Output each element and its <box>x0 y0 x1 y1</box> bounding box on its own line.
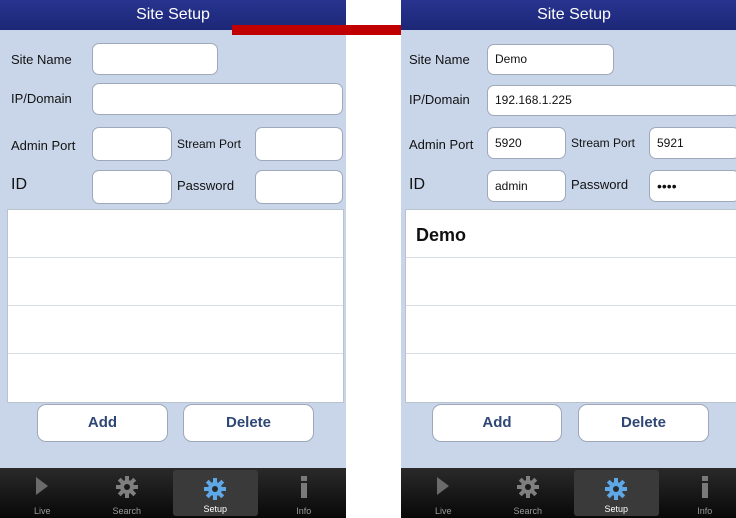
play-icon <box>437 477 450 495</box>
list-item[interactable] <box>406 258 736 306</box>
admin-port-label: Admin Port <box>409 137 474 152</box>
info-icon <box>300 476 307 498</box>
tab-label: Setup <box>604 504 629 514</box>
list-item[interactable] <box>8 306 343 354</box>
admin-port-field[interactable]: 5920 <box>487 127 566 159</box>
delete-button[interactable]: Delete <box>578 404 709 442</box>
tab-search[interactable]: Search <box>85 468 170 518</box>
site-name-label: Site Name <box>409 52 470 67</box>
gear-icon <box>516 476 539 498</box>
site-setup-screen-before: Site Setup Site Name IP/Domain Admin Por… <box>0 0 346 518</box>
tab-setup[interactable]: Setup <box>173 470 258 516</box>
delete-button[interactable]: Delete <box>183 404 314 442</box>
add-button[interactable]: Add <box>37 404 168 442</box>
stream-port-label: Stream Port <box>177 137 242 151</box>
tab-label: Live <box>434 506 452 516</box>
tab-label: Search <box>112 506 142 516</box>
site-list <box>7 209 344 403</box>
id-field[interactable]: admin <box>487 170 566 202</box>
password-field[interactable]: •••• <box>649 170 736 202</box>
ip-domain-field[interactable] <box>92 83 343 115</box>
tab-search[interactable]: Search <box>486 468 571 518</box>
tab-live[interactable]: Live <box>0 468 85 518</box>
list-item[interactable] <box>8 354 343 402</box>
add-button[interactable]: Add <box>432 404 562 442</box>
id-label: ID <box>409 176 425 193</box>
tab-label: Setup <box>203 504 228 514</box>
gear-icon <box>605 478 628 500</box>
tab-bar: Live Search Setup Info <box>0 468 346 518</box>
admin-port-label: Admin Port <box>11 138 76 153</box>
page-title: Site Setup <box>401 0 736 30</box>
tab-info[interactable]: Info <box>262 468 347 518</box>
id-field[interactable] <box>92 170 172 204</box>
tab-live[interactable]: Live <box>401 468 486 518</box>
list-item[interactable] <box>406 306 736 354</box>
tab-bar: Live Search Setup Info <box>401 468 736 518</box>
password-label: Password <box>571 177 629 192</box>
list-item[interactable] <box>406 354 736 402</box>
list-item[interactable]: Demo <box>406 210 736 258</box>
ip-domain-field[interactable]: 192.168.1.225 <box>487 85 736 116</box>
stream-port-field[interactable] <box>255 127 343 161</box>
list-item[interactable] <box>8 258 343 306</box>
gear-icon <box>204 478 227 500</box>
stream-port-field[interactable]: 5921 <box>649 127 736 159</box>
play-icon <box>36 477 49 495</box>
site-name-field[interactable] <box>92 43 218 75</box>
id-label: ID <box>11 176 27 193</box>
ip-domain-label: IP/Domain <box>11 91 72 106</box>
site-setup-screen-after: Site Setup Site Name Demo IP/Domain 192.… <box>401 0 736 518</box>
site-list: Demo <box>405 209 736 403</box>
tab-label: Live <box>33 506 51 516</box>
site-name-field[interactable]: Demo <box>487 44 614 75</box>
gear-icon <box>115 476 138 498</box>
info-icon <box>701 476 708 498</box>
tab-info[interactable]: Info <box>663 468 736 518</box>
tab-label: Info <box>296 506 312 516</box>
password-field[interactable] <box>255 170 343 204</box>
tab-label: Info <box>697 506 713 516</box>
tab-setup[interactable]: Setup <box>574 470 659 516</box>
site-name-label: Site Name <box>11 52 72 67</box>
stream-port-label: Stream Port <box>571 136 636 150</box>
tab-label: Search <box>513 506 543 516</box>
admin-port-field[interactable] <box>92 127 172 161</box>
list-item[interactable] <box>8 210 343 258</box>
password-label: Password <box>177 178 235 193</box>
ip-domain-label: IP/Domain <box>409 92 470 107</box>
